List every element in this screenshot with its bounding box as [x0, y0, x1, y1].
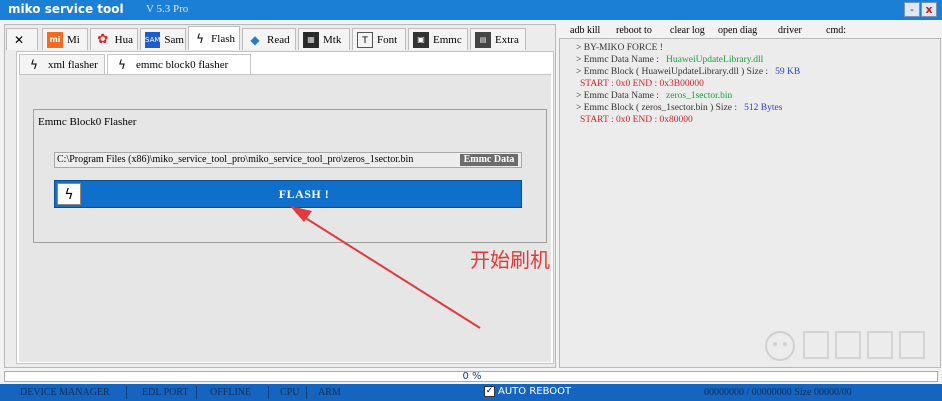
status-bar: DEVICE MANAGER EDL PORT OFFLINE CPU ARM … — [0, 384, 942, 401]
flash-icon: ϟ — [118, 57, 126, 72]
extra-icon: ▤ — [475, 31, 491, 48]
tab-label: Read — [267, 33, 290, 46]
samsung-logo-icon: SAM — [145, 31, 161, 48]
log-line: START : 0x0 END : 0x3B00000 — [580, 79, 704, 89]
mtk-chip-icon: ▦ — [303, 31, 319, 48]
auto-reboot-checkbox[interactable]: ✓ — [484, 386, 495, 397]
tab-read[interactable]: ◆ Read — [242, 28, 296, 50]
cpu-status: CPU — [280, 387, 300, 398]
log-line: > Emmc Block ( HuaweiUpdateLibrary.dll )… — [576, 67, 801, 77]
tab-extra[interactable]: ▤ Extra — [470, 28, 526, 50]
log-line: START : 0x0 END : 0x80000 — [580, 115, 693, 125]
subtab-emmc-block0-flasher[interactable]: ϟ emmc block0 flasher — [107, 54, 251, 74]
arm-status: ARM — [318, 387, 341, 398]
emmc-data-button[interactable]: Emmc Data — [460, 154, 518, 166]
app-title: miko service tool — [8, 2, 124, 16]
adb-kill-button[interactable]: adb kill — [570, 25, 600, 36]
log-line: > BY-MIKO FORCE ! — [576, 43, 663, 53]
tab-label: Hua — [114, 33, 133, 46]
offline-status: OFFLINE — [210, 387, 252, 398]
tab-flash[interactable]: ϟ Flash — [188, 26, 240, 50]
flash-button-label: FLASH ! — [278, 187, 330, 201]
tab-label: Extra — [495, 33, 519, 46]
tab-mi[interactable]: mi Mi — [42, 28, 88, 50]
tab-tools[interactable]: ✕ — [6, 28, 38, 50]
flash-tab-content: ϟ xml flasher ϟ emmc block0 flasher Emmc… — [16, 51, 554, 364]
flash-icon: ϟ — [57, 183, 81, 205]
emmc-block0-flasher-group: Emmc Block0 Flasher C:\Program Files (x8… — [33, 109, 547, 243]
reboot-to-button[interactable]: reboot to — [616, 25, 652, 36]
log-line: > Emmc Block ( zeros_1sector.bin ) Size … — [576, 103, 783, 113]
subtab-label: xml flasher — [48, 58, 98, 71]
read-icon: ◆ — [250, 32, 260, 47]
subtab-content: Emmc Block0 Flasher C:\Program Files (x8… — [19, 74, 551, 362]
huawei-logo-icon: ✿ — [97, 31, 109, 47]
font-icon: T — [357, 31, 373, 48]
log-toolbar: adb kill reboot to clear log open diag d… — [560, 24, 942, 38]
device-manager-status[interactable]: DEVICE MANAGER — [20, 387, 110, 398]
transfer-counters: 00000000 / 00000000 Size 00000/00 — [704, 387, 852, 398]
title-bar: miko service tool V 5.3 Pro - x — [0, 0, 942, 20]
log-line: > Emmc Data Name : HuaweiUpdateLibrary.d… — [576, 55, 764, 65]
auto-reboot-label[interactable]: AUTO REBOOT — [498, 386, 571, 397]
annotation-text: 开始刷机 — [470, 248, 550, 272]
flash-button[interactable]: ϟ FLASH ! — [54, 180, 522, 208]
tab-samsung[interactable]: SAM Sam — [140, 28, 186, 50]
tab-emmc[interactable]: ▣ Emmc — [408, 28, 468, 50]
progress-bar: 0 % — [4, 371, 938, 382]
tab-label: Sam — [164, 33, 184, 46]
tab-label: Mi — [67, 33, 80, 46]
flash-icon: ϟ — [30, 57, 38, 72]
tools-icon: ✕ — [13, 32, 25, 47]
log-line: > Emmc Data Name : zeros_1sector.bin — [576, 91, 733, 101]
file-path-field[interactable]: C:\Program Files (x86)\miko_service_tool… — [54, 152, 522, 168]
open-diag-button[interactable]: open diag — [718, 25, 757, 36]
watermark-logo — [765, 331, 925, 361]
tab-huawei[interactable]: ✿ Hua — [90, 28, 138, 50]
driver-button[interactable]: driver — [778, 25, 802, 36]
cmd-button[interactable]: cmd: — [826, 25, 846, 36]
tab-label: Emmc — [433, 33, 462, 46]
subtab-label: emmc block0 flasher — [136, 58, 229, 71]
tab-label: Mtk — [323, 33, 342, 46]
tab-label: Font — [377, 33, 398, 46]
tab-mtk[interactable]: ▦ Mtk — [298, 28, 350, 50]
progress-text: 0 % — [462, 371, 482, 382]
tab-font[interactable]: T Font — [352, 28, 406, 50]
subtab-xml-flasher[interactable]: ϟ xml flasher — [19, 54, 105, 74]
minimize-button[interactable]: - — [904, 2, 920, 17]
close-button[interactable]: x — [921, 2, 937, 17]
mi-logo-icon: mi — [47, 31, 63, 48]
clear-log-button[interactable]: clear log — [670, 25, 705, 36]
app-version: V 5.3 Pro — [146, 3, 189, 15]
edl-port-status: EDL PORT — [142, 387, 189, 398]
emmc-chip-icon: ▣ — [413, 31, 429, 48]
tab-label: Flash — [211, 32, 235, 45]
flash-icon: ϟ — [196, 31, 205, 46]
group-title: Emmc Block0 Flasher — [38, 116, 137, 128]
